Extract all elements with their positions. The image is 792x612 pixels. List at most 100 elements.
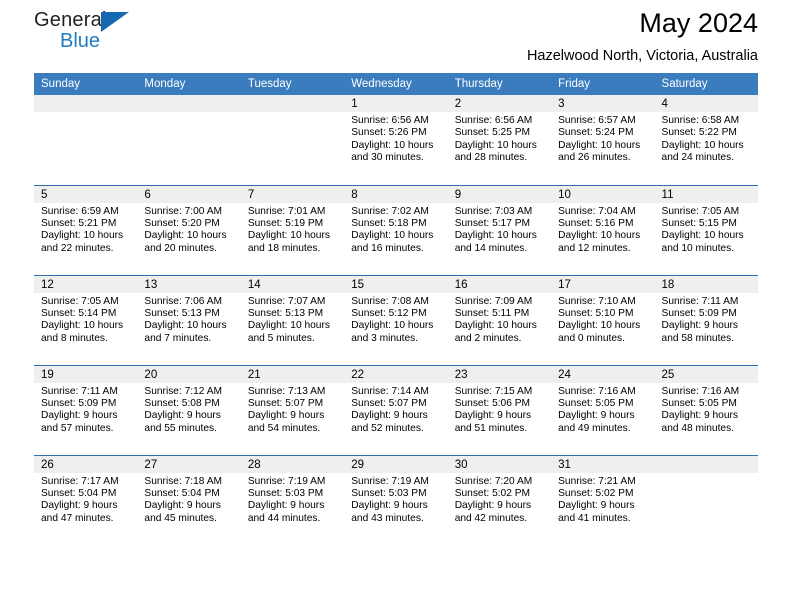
day-number: 3 xyxy=(551,95,655,112)
calendar-day-cell[interactable]: 27 Sunrise: 7:18 AM Sunset: 5:04 PM Dayligh… xyxy=(137,454,241,545)
daylight-duration-line1: Daylight: 9 hours xyxy=(351,410,428,422)
daylight-duration-line1: Daylight: 9 hours xyxy=(661,410,738,422)
calendar-day-cell[interactable]: 16 Sunrise: 7:09 AM Sunset: 5:11 PM Dayligh… xyxy=(447,274,552,365)
calendar-day-cell[interactable]: 14 Sunrise: 7:07 AM Sunset: 5:13 PM Dayligh… xyxy=(240,274,345,365)
calendar-day-cell[interactable]: 25 Sunrise: 7:16 AM Sunset: 5:05 PM Dayligh… xyxy=(654,364,758,455)
sunrise-time: Sunrise: 7:08 AM xyxy=(351,295,429,307)
day-details: Sunrise: 7:08 AM Sunset: 5:12 PM Daylight:… xyxy=(344,293,447,346)
day-details xyxy=(655,473,758,476)
day-number: 10 xyxy=(551,185,655,203)
sunset-time: Sunset: 5:12 PM xyxy=(351,307,427,319)
daylight-duration-line2: and 51 minutes. xyxy=(454,422,528,434)
calendar-day-cell[interactable]: 10 Sunrise: 7:04 AM Sunset: 5:16 PM Dayligh… xyxy=(551,184,655,275)
daylight-duration-line2: and 10 minutes. xyxy=(661,242,735,254)
sunset-time: Sunset: 5:10 PM xyxy=(558,307,634,319)
sunset-time: Sunset: 5:06 PM xyxy=(454,397,531,409)
day-number: 31 xyxy=(551,455,655,473)
calendar-day-cell[interactable]: 24 Sunrise: 7:16 AM Sunset: 5:05 PM Dayligh… xyxy=(551,364,655,455)
daylight-duration-line2: and 18 minutes. xyxy=(247,242,321,254)
daylight-duration-line2: and 47 minutes. xyxy=(41,512,114,524)
sunset-time: Sunset: 5:20 PM xyxy=(144,217,220,229)
day-number: 1 xyxy=(344,95,448,112)
daylight-duration-line1: Daylight: 9 hours xyxy=(454,500,532,512)
calendar-day-cell[interactable]: 29 Sunrise: 7:19 AM Sunset: 5:03 PM Dayligh… xyxy=(344,454,448,545)
general-blue-logo[interactable]: General Blue xyxy=(34,8,194,64)
daylight-duration-line1: Daylight: 10 hours xyxy=(41,320,124,332)
calendar-day-cell[interactable]: 30 Sunrise: 7:20 AM Sunset: 5:02 PM Dayligh… xyxy=(447,454,552,545)
calendar-day-cell[interactable]: 20 Sunrise: 7:12 AM Sunset: 5:08 PM Dayligh… xyxy=(137,364,241,455)
daylight-duration-line1: Daylight: 9 hours xyxy=(144,500,221,512)
daylight-duration-line1: Daylight: 9 hours xyxy=(661,320,738,332)
day-details: Sunrise: 7:00 AM Sunset: 5:20 PM Daylight:… xyxy=(137,203,240,256)
sunrise-time: Sunrise: 6:57 AM xyxy=(558,115,636,126)
daylight-duration-line1: Daylight: 9 hours xyxy=(247,410,325,422)
calendar-day-cell[interactable]: 17 Sunrise: 7:10 AM Sunset: 5:10 PM Dayligh… xyxy=(551,274,655,365)
calendar-week-row: 5 Sunrise: 6:59 AM Sunset: 5:21 PM Daylight… xyxy=(34,184,758,275)
page-header: General Blue May 2024 Hazelwood North, V… xyxy=(34,0,758,73)
daylight-duration-line1: Daylight: 9 hours xyxy=(41,500,118,512)
day-number: 23 xyxy=(447,365,552,383)
calendar-day-cell[interactable]: 6 Sunrise: 7:00 AM Sunset: 5:20 PM Daylight… xyxy=(137,184,241,275)
calendar-day-cell[interactable]: 5 Sunrise: 6:59 AM Sunset: 5:21 PM Daylight… xyxy=(34,184,138,275)
daylight-duration-line1: Daylight: 10 hours xyxy=(351,230,434,242)
calendar-day-cell[interactable]: 31 Sunrise: 7:21 AM Sunset: 5:02 PM Dayligh… xyxy=(551,454,655,545)
calendar-day-cell[interactable]: 28 Sunrise: 7:19 AM Sunset: 5:03 PM Dayligh… xyxy=(240,454,345,545)
daylight-duration-line2: and 55 minutes. xyxy=(144,422,217,434)
calendar-day-cell[interactable]: 26 Sunrise: 7:17 AM Sunset: 5:04 PM Dayligh… xyxy=(34,454,138,545)
sunrise-time: Sunrise: 7:15 AM xyxy=(454,385,533,397)
calendar-day-cell[interactable]: 15 Sunrise: 7:08 AM Sunset: 5:12 PM Dayligh… xyxy=(344,274,448,365)
day-details: Sunrise: 7:05 AM Sunset: 5:14 PM Daylight:… xyxy=(34,293,137,346)
sunset-time: Sunset: 5:04 PM xyxy=(144,487,220,499)
calendar-day-cell[interactable]: 18 Sunrise: 7:11 AM Sunset: 5:09 PM Dayligh… xyxy=(654,274,758,365)
sunset-time: Sunset: 5:09 PM xyxy=(661,307,737,319)
day-details: Sunrise: 6:56 AM Sunset: 5:25 PM Daylight:… xyxy=(448,112,551,165)
daylight-duration-line2: and 28 minutes. xyxy=(454,152,528,164)
calendar-day-cell[interactable]: 8 Sunrise: 7:02 AM Sunset: 5:18 PM Daylight… xyxy=(344,184,448,275)
calendar-day-cell[interactable]: 2 Sunrise: 6:56 AM Sunset: 5:25 PM Daylight… xyxy=(447,95,552,185)
calendar-day-cell[interactable]: 19 Sunrise: 7:11 AM Sunset: 5:09 PM Dayligh… xyxy=(34,364,138,455)
calendar-day-cell[interactable]: 3 Sunrise: 6:57 AM Sunset: 5:24 PM Daylight… xyxy=(551,95,655,185)
sunset-time: Sunset: 5:13 PM xyxy=(144,307,220,319)
sunrise-time: Sunrise: 7:16 AM xyxy=(661,385,740,397)
calendar-day-cell[interactable]: 7 Sunrise: 7:01 AM Sunset: 5:19 PM Daylight… xyxy=(240,184,345,275)
sunset-time: Sunset: 5:11 PM xyxy=(454,307,530,319)
sunset-time: Sunset: 5:07 PM xyxy=(247,397,324,409)
sunrise-time: Sunrise: 7:07 AM xyxy=(247,295,326,307)
sunset-time: Sunset: 5:15 PM xyxy=(661,217,737,229)
day-number: 20 xyxy=(137,365,241,383)
sunset-time: Sunset: 5:24 PM xyxy=(558,127,634,139)
day-number: 30 xyxy=(447,455,552,473)
calendar-day-cell[interactable]: 22 Sunrise: 7:14 AM Sunset: 5:07 PM Dayligh… xyxy=(344,364,448,455)
calendar-day-cell[interactable]: 23 Sunrise: 7:15 AM Sunset: 5:06 PM Dayligh… xyxy=(447,364,552,455)
sunrise-time: Sunrise: 7:03 AM xyxy=(454,205,533,217)
calendar-day-cell-empty xyxy=(34,95,138,185)
day-details: Sunrise: 6:57 AM Sunset: 5:24 PM Daylight:… xyxy=(551,112,654,165)
sunrise-time: Sunrise: 7:06 AM xyxy=(144,295,223,307)
weekday-header-thursday: Thursday xyxy=(447,73,552,95)
calendar-day-cell[interactable]: 21 Sunrise: 7:13 AM Sunset: 5:07 PM Dayligh… xyxy=(240,364,345,455)
daylight-duration-line2: and 43 minutes. xyxy=(351,512,424,524)
sunrise-time: Sunrise: 7:04 AM xyxy=(558,205,636,217)
calendar-day-cell[interactable]: 9 Sunrise: 7:03 AM Sunset: 5:17 PM Daylight… xyxy=(447,184,552,275)
calendar-day-cell[interactable]: 11 Sunrise: 7:05 AM Sunset: 5:15 PM Dayligh… xyxy=(654,184,758,275)
day-number: 26 xyxy=(34,455,138,473)
daylight-duration-line1: Daylight: 10 hours xyxy=(454,230,537,242)
calendar-day-cell[interactable]: 1 Sunrise: 6:56 AM Sunset: 5:26 PM Daylight… xyxy=(344,95,448,185)
daylight-duration-line2: and 49 minutes. xyxy=(558,422,631,434)
calendar-day-cell-empty xyxy=(240,95,345,185)
calendar-day-cell[interactable]: 13 Sunrise: 7:06 AM Sunset: 5:13 PM Dayligh… xyxy=(137,274,241,365)
calendar-day-cell[interactable]: 12 Sunrise: 7:05 AM Sunset: 5:14 PM Dayligh… xyxy=(34,274,138,365)
day-number: 27 xyxy=(137,455,241,473)
calendar-day-cell[interactable]: 4 Sunrise: 6:58 AM Sunset: 5:22 PM Daylight… xyxy=(654,95,758,185)
day-details xyxy=(34,112,137,115)
daylight-duration-line2: and 0 minutes. xyxy=(558,332,625,344)
daylight-duration-line1: Daylight: 9 hours xyxy=(558,410,635,422)
day-number: 12 xyxy=(34,275,138,293)
daylight-duration-line2: and 42 minutes. xyxy=(454,512,528,524)
sunset-time: Sunset: 5:19 PM xyxy=(247,217,324,229)
day-number: 4 xyxy=(654,95,758,112)
daylight-duration-line1: Daylight: 9 hours xyxy=(454,410,532,422)
day-number: 11 xyxy=(654,185,758,203)
day-details: Sunrise: 7:16 AM Sunset: 5:05 PM Daylight:… xyxy=(655,383,758,436)
day-number xyxy=(654,455,758,473)
